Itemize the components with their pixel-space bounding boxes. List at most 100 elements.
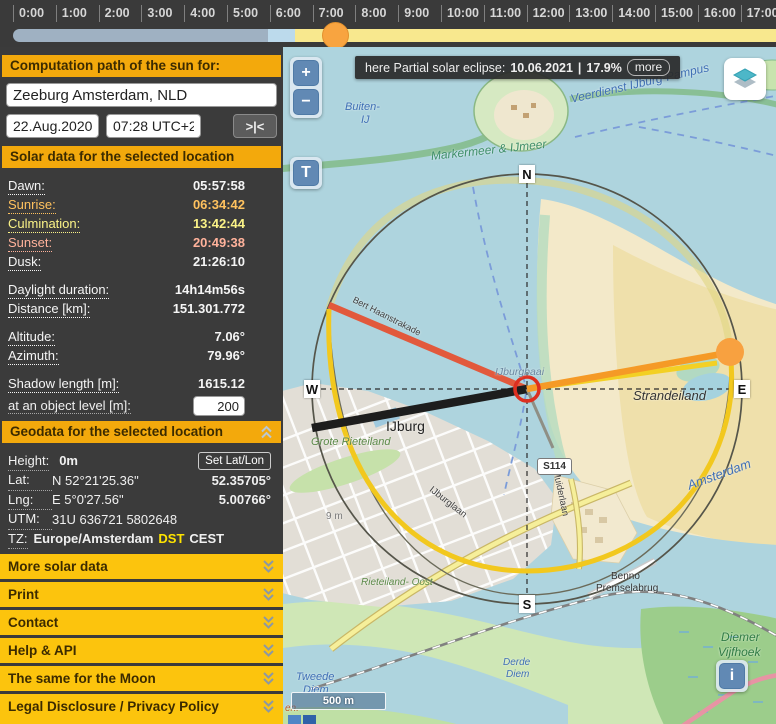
road-badge-s114: S114	[537, 458, 572, 475]
info-button[interactable]: i	[719, 663, 745, 689]
timeline-tick: 1:00	[56, 5, 87, 22]
solar-data-row: Sunset:20:49:38	[8, 233, 245, 252]
sidebar: Computation path of the sun for: >|< Sol…	[0, 47, 283, 724]
solar-data-label[interactable]: Distance [km]:	[8, 299, 90, 318]
longitude-row: Lng: E 5°0'27.56" 5.00766°	[8, 490, 271, 510]
solar-data-row: Shadow length [m]:1615.12	[8, 374, 245, 393]
tz-label[interactable]: TZ:	[8, 529, 28, 550]
accordion-help-&-api[interactable]: Help & API	[0, 638, 283, 663]
solar-data-label[interactable]: Culmination:	[8, 214, 80, 233]
mini-icon[interactable]	[303, 715, 316, 724]
scale-label: 500 m	[323, 695, 354, 707]
solar-data-row: Daylight duration:14h14m56s	[8, 280, 245, 299]
chevron-double-down-icon	[262, 559, 275, 574]
solar-data-label[interactable]: Sunset:	[8, 233, 52, 252]
eclipse-more-button[interactable]: more	[627, 59, 670, 76]
timeline-tick: 14:00	[612, 5, 650, 22]
accordion-the-same-for-the-moon[interactable]: The same for the Moon	[0, 666, 283, 691]
solar-data-label[interactable]: Dusk:	[8, 252, 41, 271]
timeline-bar[interactable]: 0:001:002:003:004:005:006:007:008:009:00…	[0, 0, 776, 47]
utm-row: UTM: 31U 636721 5802648	[8, 510, 271, 530]
solar-data-header: Solar data for the selected location	[2, 146, 281, 168]
chevron-double-down-icon	[262, 699, 275, 714]
eclipse-separator: |	[578, 61, 582, 75]
solar-data-label[interactable]: Dawn:	[8, 176, 45, 195]
accordion-label: More solar data	[8, 559, 108, 574]
eclipse-percent: 17.9%	[586, 61, 621, 75]
compass-north: N	[519, 165, 535, 183]
zoom-out-button[interactable]: −	[293, 89, 319, 115]
eclipse-banner: here Partial solar eclipse: 10.06.2021 |…	[355, 56, 680, 79]
tz-name: Europe/Amsterdam	[34, 529, 154, 549]
latitude-row: Lat: N 52°21'25.36" 52.35705°	[8, 471, 271, 491]
solar-data-row: Azimuth:79.96°	[8, 346, 245, 365]
info-control: i	[716, 660, 748, 692]
set-now-button[interactable]: >|<	[233, 114, 277, 138]
lng-dms-value: E 5°0'27.56"	[52, 490, 219, 510]
solar-data-row: Sunrise:06:34:42	[8, 195, 245, 214]
sun-marker[interactable]	[716, 338, 744, 366]
map-label: Diemer	[721, 631, 760, 644]
map-type-control: T	[290, 157, 322, 189]
solar-data-row: Distance [km]: 151.301.772	[8, 299, 245, 318]
timeline-slider-handle[interactable]	[322, 22, 349, 47]
timezone-row: TZ: Europe/Amsterdam DST CEST	[8, 529, 271, 549]
layers-button[interactable]	[724, 58, 766, 100]
mini-icon[interactable]	[288, 715, 301, 724]
timeline-tick: 4:00	[184, 5, 215, 22]
date-input[interactable]	[6, 114, 99, 138]
timeline-tick: 3:00	[141, 5, 172, 22]
accordion-print[interactable]: Print	[0, 582, 283, 607]
object-level-row: at an object level [m]:	[8, 395, 245, 417]
map-label: Rieteiland- Oost	[361, 577, 433, 588]
zoom-control: + −	[290, 57, 322, 118]
set-latlon-button[interactable]: Set Lat/Lon	[198, 452, 271, 470]
accordion-label: Print	[8, 587, 39, 602]
timeline-tick: 8:00	[355, 5, 386, 22]
solar-data-value: 151.301.772	[173, 299, 245, 318]
map-type-button[interactable]: T	[293, 160, 319, 186]
timeline-tick: 12:00	[527, 5, 565, 22]
chevron-double-down-icon	[262, 615, 275, 630]
object-level-input[interactable]	[193, 396, 245, 416]
timeline-slider-track[interactable]	[13, 29, 776, 42]
height-value: 0m	[59, 451, 78, 471]
timeline-tick: 11:00	[484, 5, 521, 22]
timeline-tick: 16:00	[698, 5, 736, 22]
lng-label[interactable]: Lng:	[8, 490, 52, 511]
geodata-header[interactable]: Geodata for the selected location	[2, 421, 281, 443]
solar-data-row: Dusk:21:26:10	[8, 252, 245, 271]
solar-data-label[interactable]: Daylight duration:	[8, 280, 109, 299]
solar-data-label[interactable]: Azimuth:	[8, 346, 59, 365]
accordion-menu: More solar data Print Contact Help & API The…	[0, 554, 283, 719]
compass-east: E	[734, 380, 750, 398]
location-input[interactable]	[6, 83, 277, 107]
lat-label[interactable]: Lat:	[8, 470, 52, 491]
zoom-in-button[interactable]: +	[293, 60, 319, 86]
lat-decimal-value: 52.35705°	[212, 471, 271, 491]
height-label[interactable]: Height:	[8, 451, 49, 472]
solar-data-label[interactable]: Shadow length [m]:	[8, 374, 119, 393]
eclipse-banner-text: here Partial solar eclipse:	[365, 61, 505, 75]
accordion-contact[interactable]: Contact	[0, 610, 283, 635]
footer-mini-icons[interactable]	[288, 715, 316, 724]
compass-west: W	[304, 380, 320, 398]
accordion-legal-disclosure-privacy-policy[interactable]: Legal Disclosure / Privacy Policy	[0, 694, 283, 719]
map-label: IJ	[361, 114, 370, 126]
time-input[interactable]	[106, 114, 201, 138]
solar-data-table: Dawn:05:57:58Sunrise:06:34:42Culmination…	[0, 168, 283, 393]
solar-data-label[interactable]: Altitude:	[8, 327, 55, 346]
computation-header-label: Computation path of the sun for:	[10, 58, 220, 74]
utm-label[interactable]: UTM:	[8, 509, 52, 530]
accordion-label: Contact	[8, 615, 58, 630]
object-level-label[interactable]: at an object level [m]:	[8, 398, 131, 414]
map-viewport[interactable]: Buiten-IJVeerdienst IJburg-PampusMarkerm…	[283, 47, 776, 724]
timeline-tick: 15:00	[655, 5, 693, 22]
layers-icon	[730, 63, 760, 96]
accordion-label: Legal Disclosure / Privacy Policy	[8, 699, 219, 714]
solar-data-label[interactable]: Sunrise:	[8, 195, 56, 214]
chevron-double-down-icon	[262, 587, 275, 602]
timeline-tick: 5:00	[227, 5, 258, 22]
timeline-tick: 7:00	[313, 5, 344, 22]
accordion-more-solar-data[interactable]: More solar data	[0, 554, 283, 579]
